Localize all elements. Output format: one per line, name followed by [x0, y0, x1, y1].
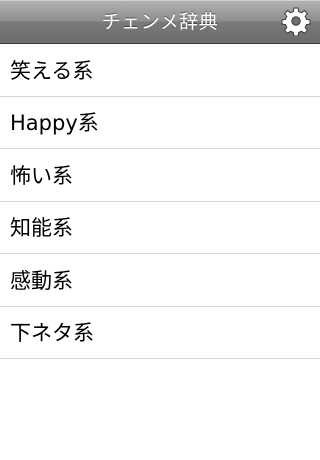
page-title: チェンメ辞典: [101, 11, 219, 33]
navigation-bar: チェンメ辞典: [0, 0, 320, 44]
list-item-label: 怖い系: [10, 163, 73, 188]
list-item-label: 下ネタ系: [10, 321, 94, 346]
list-item-shimoneta[interactable]: 下ネタ系: [0, 306, 320, 359]
list-item-label: Happy系: [10, 111, 99, 136]
list-item-happy[interactable]: Happy系: [0, 96, 320, 149]
settings-button[interactable]: [280, 5, 312, 37]
list-item-label: 笑える系: [10, 58, 94, 83]
category-list: 笑える系 Happy系 怖い系 知能系 感動系 下ネタ系: [0, 44, 320, 359]
list-item-kowai[interactable]: 怖い系: [0, 149, 320, 202]
list-item-label: 知能系: [10, 216, 73, 241]
list-item-kandou[interactable]: 感動系: [0, 254, 320, 307]
list-item-chinou[interactable]: 知能系: [0, 201, 320, 254]
gear-icon: [281, 7, 311, 36]
list-item-waraeru[interactable]: 笑える系: [0, 44, 320, 97]
list-item-label: 感動系: [10, 268, 73, 293]
